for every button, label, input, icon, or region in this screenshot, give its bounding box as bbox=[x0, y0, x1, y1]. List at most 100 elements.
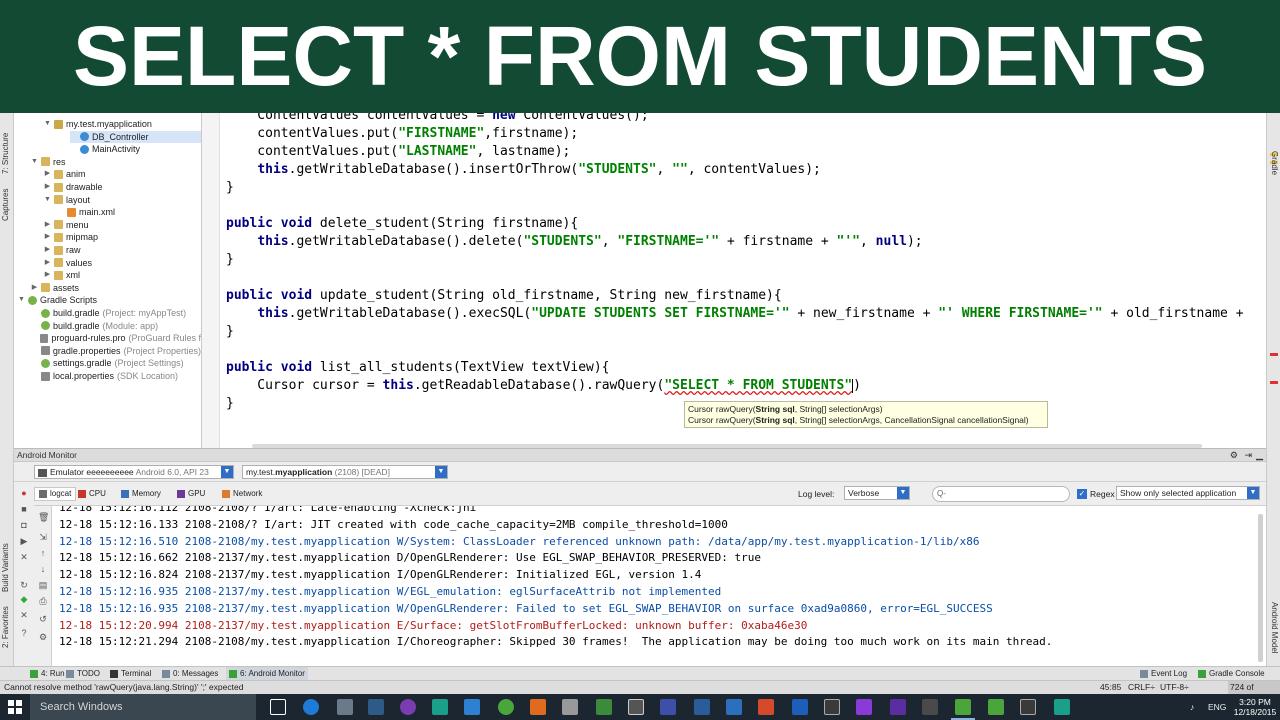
logcat-search-input[interactable]: Q- bbox=[932, 486, 1070, 502]
expand-arrow-icon[interactable]: ▶ bbox=[44, 181, 51, 193]
language-indicator[interactable]: ENG bbox=[1208, 694, 1226, 720]
help-icon[interactable]: ? bbox=[19, 628, 29, 638]
settings-icon[interactable]: ⚙ bbox=[38, 632, 48, 642]
android-studio-icon[interactable] bbox=[955, 699, 971, 715]
tree-item[interactable]: ▼ res bbox=[31, 156, 201, 168]
app-icon[interactable] bbox=[758, 699, 774, 715]
tree-item[interactable]: DB_Controller bbox=[70, 130, 201, 143]
process-dropdown[interactable]: my.test.myapplication (2108) [DEAD] ▼ bbox=[242, 465, 448, 479]
expand-arrow-icon[interactable]: ▶ bbox=[31, 282, 38, 294]
app-icon[interactable] bbox=[726, 699, 742, 715]
tree-item[interactable]: ▶ raw bbox=[44, 244, 201, 256]
expand-arrow-icon[interactable]: ▶ bbox=[44, 168, 51, 180]
tree-item[interactable]: proguard-rules.pro (ProGuard Rules f bbox=[31, 332, 201, 344]
system-clock[interactable]: 3:20 PM 12/18/2015 bbox=[1231, 697, 1279, 717]
tree-item[interactable]: ▶ assets bbox=[31, 282, 201, 294]
tree-item[interactable]: ▼ my.test.myapplication bbox=[44, 118, 201, 130]
task-view-icon[interactable] bbox=[270, 699, 286, 715]
windows-start-icon[interactable] bbox=[8, 700, 22, 714]
settings-icon[interactable]: ⚙ bbox=[1230, 449, 1238, 462]
terminate-icon[interactable]: ✕ bbox=[19, 552, 29, 562]
clear-log-icon[interactable]: 🗑 bbox=[38, 512, 49, 522]
app-icon[interactable] bbox=[530, 699, 546, 715]
android-monitor-tab[interactable]: 6: Android Monitor bbox=[226, 667, 308, 680]
app-icon[interactable] bbox=[1020, 699, 1036, 715]
soft-wrap-icon[interactable]: ▤ bbox=[38, 580, 48, 590]
android-model-tab[interactable]: Android Model bbox=[1269, 593, 1279, 663]
camera-icon[interactable]: ◘ bbox=[19, 520, 29, 530]
tree-item[interactable]: build.gradle (Module: app) bbox=[31, 320, 201, 332]
expand-arrow-icon[interactable]: ▼ bbox=[44, 194, 51, 206]
app-icon[interactable] bbox=[498, 699, 514, 715]
event-log-tab[interactable]: Event Log bbox=[1140, 667, 1187, 680]
speaker-icon[interactable]: ♪ bbox=[1190, 694, 1194, 720]
app-icon[interactable] bbox=[1054, 699, 1070, 715]
minimize-icon[interactable]: ▁ bbox=[1256, 449, 1263, 462]
app-icon[interactable] bbox=[792, 699, 808, 715]
print-icon[interactable]: ⎙ bbox=[38, 596, 48, 606]
tree-item[interactable]: ▶ xml bbox=[44, 269, 201, 281]
tree-item[interactable]: ▶ anim bbox=[44, 168, 201, 180]
pin-icon[interactable]: ⇥ bbox=[1244, 449, 1252, 462]
expand-arrow-icon[interactable]: ▼ bbox=[31, 156, 38, 168]
build-variants-tab[interactable]: Build Variants bbox=[1, 538, 13, 598]
after-effects-icon[interactable] bbox=[890, 699, 906, 715]
expand-arrow-icon[interactable]: ▼ bbox=[18, 294, 25, 306]
expand-arrow-icon[interactable]: ▶ bbox=[44, 244, 51, 256]
restart-logcat-icon[interactable]: ↺ bbox=[38, 614, 48, 624]
app-icon[interactable] bbox=[368, 699, 384, 715]
filter-dropdown[interactable]: Show only selected application ▼ bbox=[1116, 486, 1260, 500]
captures-tab[interactable]: Captures bbox=[1, 185, 13, 225]
app-icon[interactable] bbox=[432, 699, 448, 715]
tree-item[interactable]: local.properties (SDK Location) bbox=[31, 370, 201, 382]
favorites-tab[interactable]: 2: Favorites bbox=[1, 605, 13, 650]
up-icon[interactable]: ↑ bbox=[38, 548, 48, 558]
app-icon[interactable] bbox=[824, 699, 840, 715]
app-icon[interactable] bbox=[922, 699, 938, 715]
error-marker[interactable] bbox=[1270, 353, 1278, 356]
tab-cpu[interactable]: CPU bbox=[78, 487, 106, 501]
app-icon[interactable] bbox=[988, 699, 1004, 715]
tree-item[interactable]: ▶ values bbox=[44, 257, 201, 269]
log-vertical-scrollbar[interactable] bbox=[1258, 514, 1263, 662]
restart-icon[interactable]: ↻ bbox=[19, 580, 29, 590]
cursor-position[interactable]: 45:85 bbox=[1100, 681, 1121, 694]
gradle-console-tab[interactable]: Gradle Console bbox=[1198, 667, 1265, 680]
tab-memory[interactable]: Memory bbox=[121, 487, 161, 501]
tree-item[interactable]: main.xml bbox=[57, 206, 201, 218]
line-separator[interactable]: CRLF÷ bbox=[1128, 681, 1155, 694]
structure-tab[interactable]: 7: Structure bbox=[1, 123, 13, 183]
expand-arrow-icon[interactable]: ▶ bbox=[44, 231, 51, 243]
app-icon[interactable] bbox=[464, 699, 480, 715]
todo-tab[interactable]: TODO bbox=[66, 667, 100, 680]
app-icon[interactable] bbox=[562, 699, 578, 715]
terminal-tab[interactable]: Terminal bbox=[110, 667, 151, 680]
tab-logcat[interactable]: logcat bbox=[34, 487, 77, 501]
app-icon[interactable] bbox=[400, 699, 416, 715]
edge-icon[interactable] bbox=[303, 699, 319, 715]
app-icon[interactable] bbox=[856, 699, 872, 715]
record-icon[interactable]: ● bbox=[19, 488, 29, 498]
run-tab[interactable]: 4: Run bbox=[30, 667, 65, 680]
logcat-output[interactable]: 12-18 15:12:16.112 2108-2108/? I/art: La… bbox=[52, 506, 1266, 666]
app-icon[interactable] bbox=[660, 699, 676, 715]
error-marker[interactable] bbox=[1270, 381, 1278, 384]
tree-item[interactable]: MainActivity bbox=[70, 143, 201, 155]
tab-network[interactable]: Network bbox=[222, 487, 262, 501]
log-level-dropdown[interactable]: Verbose ▼ bbox=[844, 486, 910, 500]
tree-item[interactable]: ▶ mipmap bbox=[44, 231, 201, 243]
tree-item[interactable]: build.gradle (Project: myAppTest) bbox=[31, 307, 201, 319]
tab-gpu[interactable]: GPU bbox=[177, 487, 205, 501]
tree-item[interactable]: gradle.properties (Project Properties) bbox=[31, 345, 201, 357]
close-icon[interactable]: ✕ bbox=[19, 610, 29, 620]
down-icon[interactable]: ↓ bbox=[38, 564, 48, 574]
photoshop-icon[interactable] bbox=[694, 699, 710, 715]
app-icon[interactable] bbox=[628, 699, 644, 715]
tree-item[interactable]: ▶ drawable bbox=[44, 181, 201, 193]
tree-item[interactable]: ▼ layout bbox=[44, 194, 201, 206]
code-editor[interactable]: ContentValues contentValues = new Conten… bbox=[202, 113, 1266, 448]
layout-icon[interactable]: ◆ bbox=[19, 594, 29, 604]
expand-arrow-icon[interactable]: ▶ bbox=[44, 219, 51, 231]
regex-checkbox[interactable]: ✓ bbox=[1077, 489, 1087, 499]
gradle-tab[interactable]: Gradle bbox=[1269, 143, 1279, 183]
